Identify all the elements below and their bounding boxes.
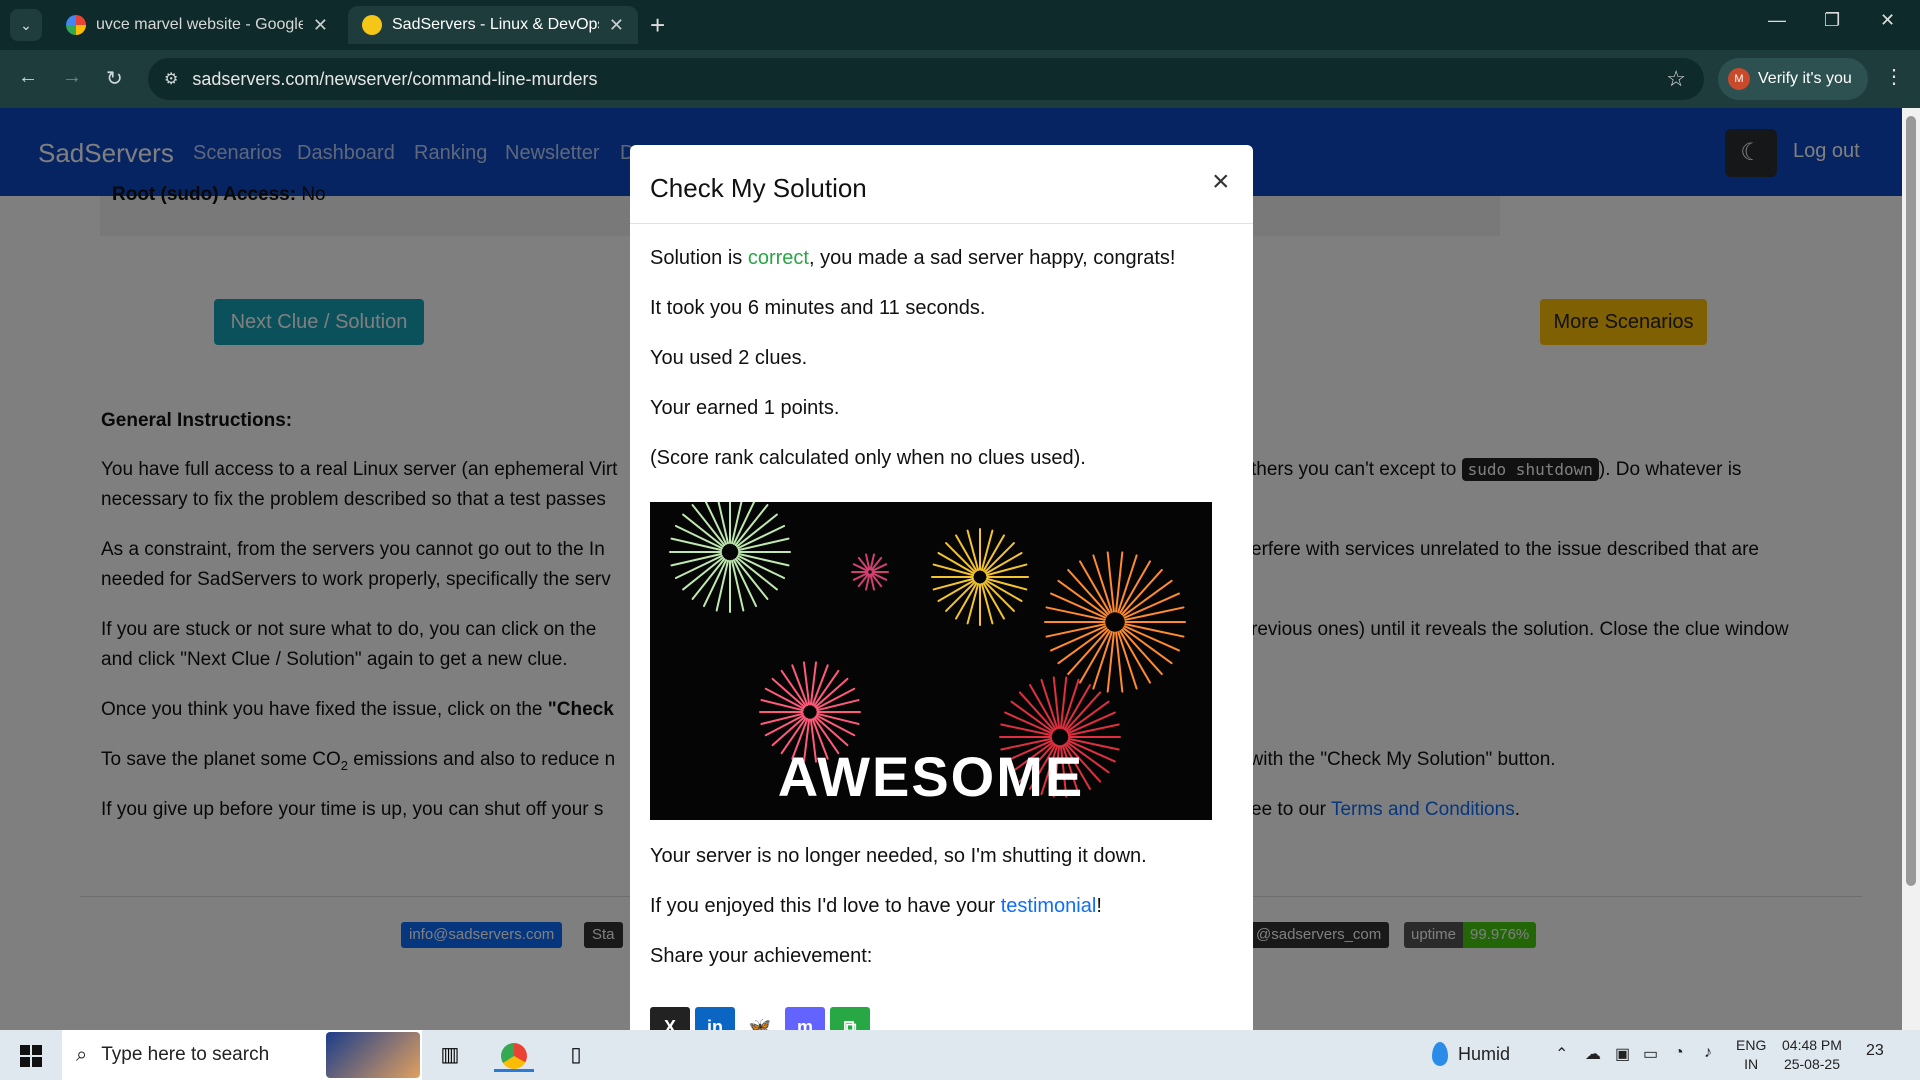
share-copy-button[interactable]: ⧉ <box>830 1007 870 1030</box>
x-icon: X <box>663 1017 676 1030</box>
result-status: correct <box>747 247 809 269</box>
clues-used: You used 2 clues. <box>650 347 808 369</box>
close-icon[interactable]: × <box>1212 165 1230 199</box>
search-highlight-icon <box>326 1032 420 1078</box>
mastodon-icon: m <box>796 1017 813 1030</box>
wifi-icon[interactable]: ◔ <box>1674 1044 1684 1062</box>
verify-label: Verify it's you <box>1758 70 1852 87</box>
file-icon[interactable]: ▯ <box>556 1038 596 1072</box>
weather-label: Humid <box>1458 1043 1511 1064</box>
google-icon <box>66 15 86 35</box>
lang-code: ENG <box>1736 1037 1767 1053</box>
verify-profile-button[interactable]: M Verify it's you <box>1718 58 1868 100</box>
points-earned: Your earned 1 points. <box>650 397 840 419</box>
notification-center-icon[interactable]: 23 <box>1866 1042 1884 1060</box>
score-note: (Score rank calculated only when no clue… <box>650 447 1086 469</box>
device-icon[interactable]: ▣ <box>1615 1044 1630 1064</box>
share-x-button[interactable]: X <box>650 1007 690 1030</box>
check-solution-modal: Check My Solution × Solution is correct,… <box>630 145 1253 1030</box>
notification-count: 23 <box>1866 1042 1884 1059</box>
share-label: Share your achievement: <box>650 945 873 967</box>
browser-menu-icon[interactable]: ⋮ <box>1884 64 1904 89</box>
site-info-icon[interactable]: ⚙ <box>164 69 178 89</box>
modal-title: Check My Solution <box>650 173 867 203</box>
share-buttons: X in 🦋 m ⧉ <box>650 1007 870 1030</box>
system-clock[interactable]: 04:48 PM 25-08-25 <box>1782 1036 1842 1074</box>
close-window-icon[interactable]: ✕ <box>1880 10 1895 31</box>
browser-toolbar: ← → ↻ ⚙ sadservers.com/newserver/command… <box>0 50 1920 108</box>
tab-title: SadServers - Linux & DevOps Tr <box>392 16 599 33</box>
page-content: SadServers Scenarios Dashboard Ranking N… <box>0 108 1902 1030</box>
taskbar-search[interactable]: ⌕ Type here to search <box>62 1030 422 1080</box>
raindrop-icon <box>1432 1042 1448 1066</box>
chrome-taskbar-icon[interactable] <box>494 1038 534 1072</box>
region-code: IN <box>1744 1056 1759 1072</box>
awesome-text: AWESOME <box>777 745 1085 808</box>
tab-google[interactable]: uvce marvel website - Google S ✕ <box>52 6 342 44</box>
tab-title: uvce marvel website - Google S <box>96 16 303 33</box>
share-bluesky-button[interactable]: 🦋 <box>740 1007 780 1030</box>
time-taken: It took you 6 minutes and 11 seconds. <box>650 297 986 319</box>
result-suffix: , you made a sad server happy, congrats! <box>808 247 1176 269</box>
modal-header-divider <box>630 223 1253 224</box>
battery-icon[interactable]: ▭ <box>1643 1044 1658 1064</box>
chevron-up-icon[interactable]: ⌃ <box>1555 1044 1568 1064</box>
fireworks-image: AWESOME <box>650 502 1212 820</box>
result-prefix: Solution is <box>650 247 748 269</box>
result-line: Solution is correct, you made a sad serv… <box>650 247 1175 270</box>
back-icon[interactable]: ← <box>18 66 38 89</box>
testimonial-suffix: ! <box>1096 895 1102 917</box>
clock-date: 25-08-25 <box>1783 1056 1840 1072</box>
share-mastodon-button[interactable]: m <box>785 1007 825 1030</box>
shutdown-note: Your server is no longer needed, so I'm … <box>650 845 1147 867</box>
close-tab-icon[interactable]: ✕ <box>609 15 624 36</box>
share-linkedin-button[interactable]: in <box>695 1007 735 1030</box>
avatar: M <box>1728 68 1750 90</box>
reload-icon[interactable]: ↻ <box>106 66 123 91</box>
bookmark-star-icon[interactable]: ☆ <box>1666 66 1686 92</box>
browser-tab-bar: ⌄ uvce marvel website - Google S ✕ SadSe… <box>0 0 1920 50</box>
clock-time: 04:48 PM <box>1782 1037 1842 1053</box>
weather-widget[interactable]: Humid <box>1432 1042 1510 1066</box>
task-view-icon[interactable]: ▥ <box>430 1038 470 1072</box>
cloud-icon[interactable]: ☁ <box>1585 1044 1601 1064</box>
close-tab-icon[interactable]: ✕ <box>313 15 328 36</box>
minimize-icon[interactable]: — <box>1768 10 1786 31</box>
linkedin-icon: in <box>707 1017 723 1030</box>
volume-icon[interactable]: ♪ <box>1704 1044 1712 1062</box>
language-indicator[interactable]: ENG IN <box>1736 1036 1766 1074</box>
testimonial-link[interactable]: testimonial <box>1001 895 1097 917</box>
page-scrollbar[interactable] <box>1902 108 1920 1030</box>
windows-taskbar: ⌕ Type here to search ▥ ▯ Humid ⌃ ☁ ▣ ▭ … <box>0 1030 1920 1080</box>
forward-icon[interactable]: → <box>62 66 82 89</box>
sad-face-icon <box>362 15 382 35</box>
address-bar[interactable]: ⚙ sadservers.com/newserver/command-line-… <box>148 58 1704 100</box>
testimonial-prefix: If you enjoyed this I'd love to have you… <box>650 895 1001 917</box>
windows-start-icon[interactable] <box>20 1045 42 1067</box>
tab-sadservers[interactable]: SadServers - Linux & DevOps Tr ✕ <box>348 6 638 44</box>
scrollbar-thumb[interactable] <box>1906 116 1916 886</box>
chrome-icon <box>501 1042 527 1069</box>
copy-icon: ⧉ <box>843 1017 857 1030</box>
bluesky-icon: 🦋 <box>748 1017 772 1030</box>
testimonial-line: If you enjoyed this I'd love to have you… <box>650 895 1102 918</box>
restore-icon[interactable]: ❐ <box>1824 10 1840 31</box>
tab-search-button[interactable]: ⌄ <box>10 9 42 41</box>
new-tab-icon[interactable]: + <box>650 10 665 41</box>
url-text[interactable]: sadservers.com/newserver/command-line-mu… <box>192 69 597 90</box>
search-icon: ⌕ <box>76 1043 88 1066</box>
search-placeholder: Type here to search <box>101 1044 270 1065</box>
